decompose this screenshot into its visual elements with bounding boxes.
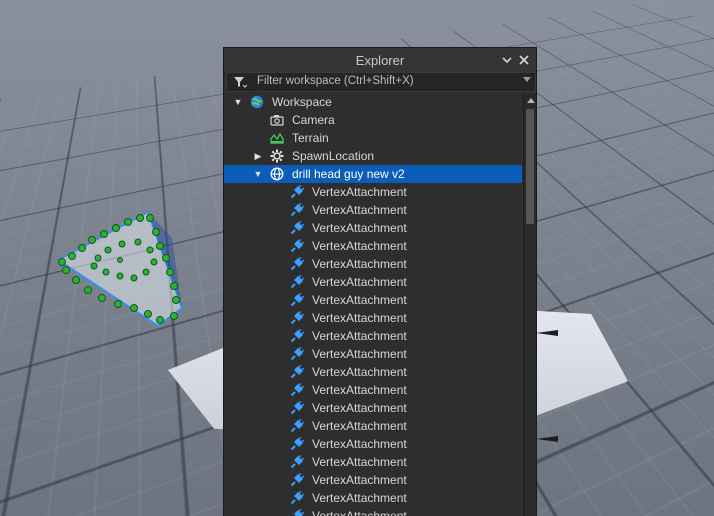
attachment-icon bbox=[290, 292, 305, 307]
tree-item[interactable]: VertexAttachment bbox=[224, 399, 522, 417]
attachment-icon bbox=[290, 364, 305, 379]
explorer-titlebar[interactable]: Explorer bbox=[224, 48, 536, 73]
attachment-icon bbox=[290, 400, 305, 415]
tree-item[interactable]: VertexAttachment bbox=[224, 453, 522, 471]
tree-item[interactable]: VertexAttachment bbox=[224, 507, 522, 516]
filter-placeholder: Filter workspace (Ctrl+Shift+X) bbox=[257, 75, 414, 87]
tree-item-label: VertexAttachment bbox=[312, 509, 407, 516]
attachment-icon bbox=[290, 346, 305, 361]
attachment-icon bbox=[290, 472, 305, 487]
tree-item-label: VertexAttachment bbox=[312, 437, 407, 451]
tree-item-label: VertexAttachment bbox=[312, 401, 407, 415]
tree-item-label: VertexAttachment bbox=[312, 329, 407, 343]
tree-item[interactable]: ▼ drill head guy new v2 bbox=[224, 165, 522, 183]
tree-item-label: VertexAttachment bbox=[312, 257, 407, 271]
model-globe-icon bbox=[270, 167, 284, 181]
tree-item[interactable]: VertexAttachment bbox=[224, 327, 522, 345]
expand-arrow-right-icon[interactable]: ▶ bbox=[252, 147, 264, 165]
tree-item-label: VertexAttachment bbox=[312, 365, 407, 379]
tree-item[interactable]: ▼ Workspace bbox=[224, 93, 522, 111]
tree-item-label: VertexAttachment bbox=[312, 473, 407, 487]
tree-item[interactable]: VertexAttachment bbox=[224, 201, 522, 219]
tree-item[interactable]: VertexAttachment bbox=[224, 435, 522, 453]
tree-item[interactable]: VertexAttachment bbox=[224, 489, 522, 507]
attachment-icon bbox=[290, 310, 305, 325]
expand-arrow-down-icon[interactable]: ▼ bbox=[252, 165, 264, 183]
tree-item-label: VertexAttachment bbox=[312, 455, 407, 469]
tree-item-label: VertexAttachment bbox=[312, 293, 407, 307]
attachment-icon bbox=[290, 418, 305, 433]
filter-icon[interactable] bbox=[233, 75, 247, 89]
expand-arrow-down-icon[interactable]: ▼ bbox=[232, 93, 244, 111]
attachment-icon bbox=[290, 184, 305, 199]
tree-item[interactable]: VertexAttachment bbox=[224, 309, 522, 327]
chevron-down-icon[interactable] bbox=[498, 51, 516, 69]
tree-item[interactable]: ▶ SpawnLocation bbox=[224, 147, 522, 165]
tree-item[interactable]: VertexAttachment bbox=[224, 255, 522, 273]
spawn-gear-icon bbox=[270, 149, 284, 163]
tree-item[interactable]: VertexAttachment bbox=[224, 291, 522, 309]
tree-item[interactable]: VertexAttachment bbox=[224, 183, 522, 201]
tree-item-label: VertexAttachment bbox=[312, 239, 407, 253]
terrain-icon bbox=[270, 131, 284, 145]
attachment-icon bbox=[290, 256, 305, 271]
attachment-icon bbox=[290, 436, 305, 451]
scroll-thumb[interactable] bbox=[526, 109, 534, 224]
workspace-globe-icon bbox=[250, 95, 264, 109]
attachment-icon bbox=[290, 508, 305, 516]
explorer-panel: Explorer Filter workspace (Ctrl+Shift+X)… bbox=[223, 47, 537, 516]
tree-item[interactable]: VertexAttachment bbox=[224, 345, 522, 363]
tree-item-label: drill head guy new v2 bbox=[292, 167, 405, 181]
tree-item-label: VertexAttachment bbox=[312, 221, 407, 235]
tree-item[interactable]: VertexAttachment bbox=[224, 273, 522, 291]
filter-dropdown-icon[interactable] bbox=[523, 77, 531, 82]
attachment-icon bbox=[290, 220, 305, 235]
tree-item[interactable]: Camera bbox=[224, 111, 522, 129]
tree-item-label: VertexAttachment bbox=[312, 347, 407, 361]
tree-item[interactable]: Terrain bbox=[224, 129, 522, 147]
attachment-icon bbox=[290, 274, 305, 289]
attachment-icon bbox=[290, 454, 305, 469]
drill-head-model[interactable] bbox=[54, 208, 194, 334]
tree-item[interactable]: VertexAttachment bbox=[224, 471, 522, 489]
tree-item-label: Terrain bbox=[292, 131, 329, 145]
tree-item[interactable]: VertexAttachment bbox=[224, 363, 522, 381]
tree-item[interactable]: VertexAttachment bbox=[224, 219, 522, 237]
tree-item-label: VertexAttachment bbox=[312, 383, 407, 397]
explorer-tree: ▼ Workspace Camera Terrain ▶ SpawnLocation ▼ dr… bbox=[224, 93, 522, 516]
tree-item[interactable]: VertexAttachment bbox=[224, 237, 522, 255]
tree-item-label: Workspace bbox=[272, 95, 332, 109]
panel-title: Explorer bbox=[355, 53, 405, 68]
attachment-icon bbox=[290, 490, 305, 505]
attachment-icon bbox=[290, 328, 305, 343]
tree-item-label: VertexAttachment bbox=[312, 185, 407, 199]
tree-item[interactable]: VertexAttachment bbox=[224, 417, 522, 435]
tree-item[interactable]: VertexAttachment bbox=[224, 381, 522, 399]
tree-item-label: VertexAttachment bbox=[312, 275, 407, 289]
filter-input[interactable]: Filter workspace (Ctrl+Shift+X) bbox=[226, 72, 536, 92]
tree-item-label: VertexAttachment bbox=[312, 203, 407, 217]
tree-item-label: VertexAttachment bbox=[312, 491, 407, 505]
tree-item-label: SpawnLocation bbox=[292, 149, 375, 163]
close-icon[interactable] bbox=[515, 51, 533, 69]
tree-scrollbar[interactable] bbox=[523, 93, 536, 516]
attachment-icon bbox=[290, 382, 305, 397]
attachment-icon bbox=[290, 238, 305, 253]
attachment-icon bbox=[290, 202, 305, 217]
tree-item-label: VertexAttachment bbox=[312, 419, 407, 433]
camera-icon bbox=[270, 113, 284, 127]
tree-item-label: Camera bbox=[292, 113, 335, 127]
scroll-up-icon[interactable] bbox=[527, 98, 535, 103]
tree-item-label: VertexAttachment bbox=[312, 311, 407, 325]
